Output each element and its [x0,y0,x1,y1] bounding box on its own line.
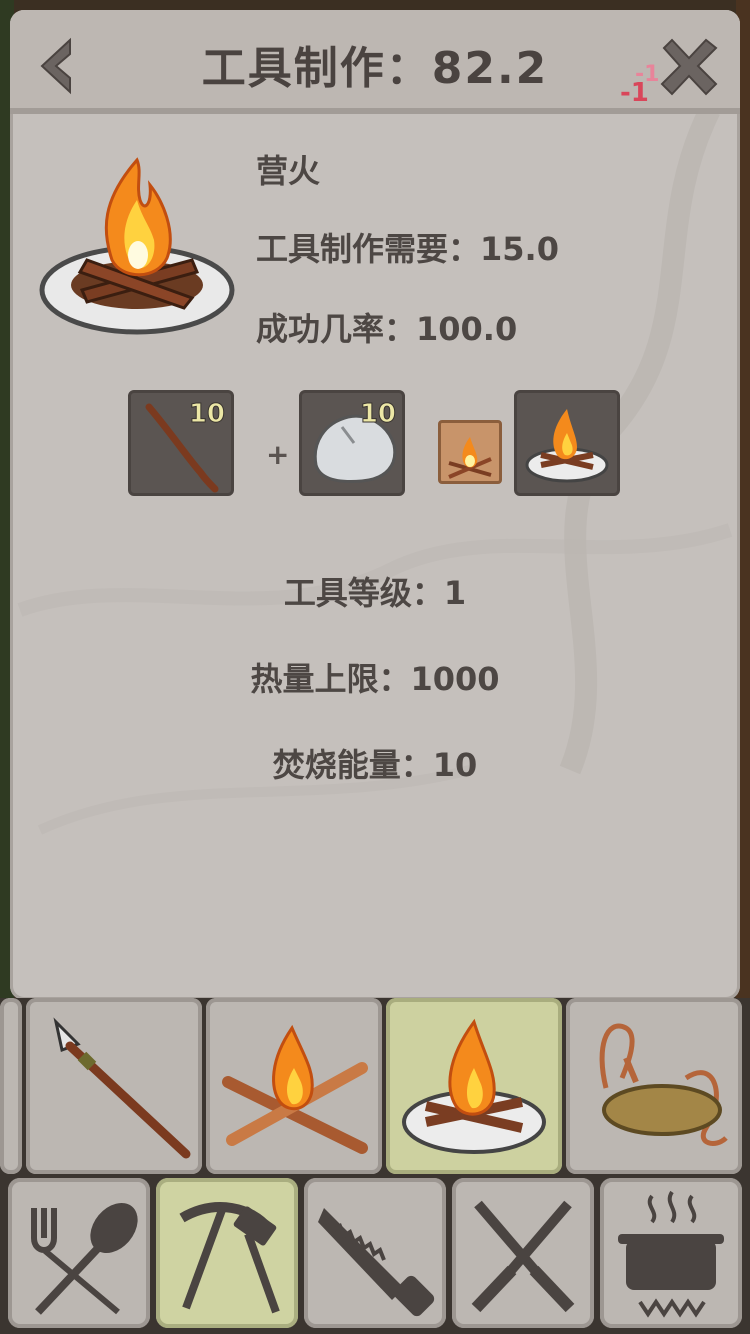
crossed-knives-icon [471,1200,575,1313]
spear-icon [53,1017,191,1159]
tab-weapons[interactable] [452,1178,594,1328]
item-card-partial[interactable] [0,998,22,1174]
crossed-sticks-fire-icon [222,1024,368,1154]
heat-limit: 热量上限：1000 [250,660,500,698]
fork-spoon-icon [31,1202,138,1315]
plus-sign: + [266,438,290,471]
tool-level: 工具等级：1 [283,574,467,612]
crafting-panel: 工具制作：82.2 -1 -1 营火 工具制作需要：15.0 成功几率：100.… [10,10,740,1000]
close-button[interactable] [654,32,724,102]
saw-icon [318,1208,435,1317]
success-rate: 成功几率：100.0 [256,310,518,348]
cooking-pot-icon [618,1190,724,1318]
item-card-crossed-sticks-fire[interactable] [206,998,382,1174]
decrement-badge: -1 [620,78,649,108]
ingredient-count: 10 [188,399,225,430]
item-list [0,998,750,1178]
tab-food[interactable] [8,1178,150,1328]
chevron-left-icon [40,37,71,95]
crafting-tool-indicator [438,420,502,484]
close-icon [660,38,718,96]
campfire-icon [525,409,609,483]
ingredient-count: 10 [359,399,396,430]
result-slot-campfire[interactable] [514,390,620,496]
skill-required: 工具制作需要：15.0 [256,230,559,268]
tab-tools[interactable] [156,1178,298,1328]
campfire-large-icon [39,157,235,335]
tab-cooking[interactable] [600,1178,742,1328]
crossed-sticks-fire-icon [448,437,492,479]
tab-saw[interactable] [304,1178,446,1328]
burn-energy: 焚烧能量：10 [272,746,478,784]
item-card-spear[interactable] [26,998,202,1174]
pickaxe-hammer-icon [179,1202,280,1314]
recipe-name: 营火 [256,152,321,190]
back-button[interactable] [32,36,80,96]
item-card-rope-sling[interactable] [566,998,742,1174]
category-tabs [0,1178,750,1334]
campfire-icon [402,1018,546,1154]
ingredient-slot-stick[interactable]: 10 [128,390,234,496]
ingredient-slot-stone[interactable]: 10 [299,390,405,496]
item-card-campfire[interactable] [386,998,562,1174]
rope-sling-icon [599,1023,728,1146]
